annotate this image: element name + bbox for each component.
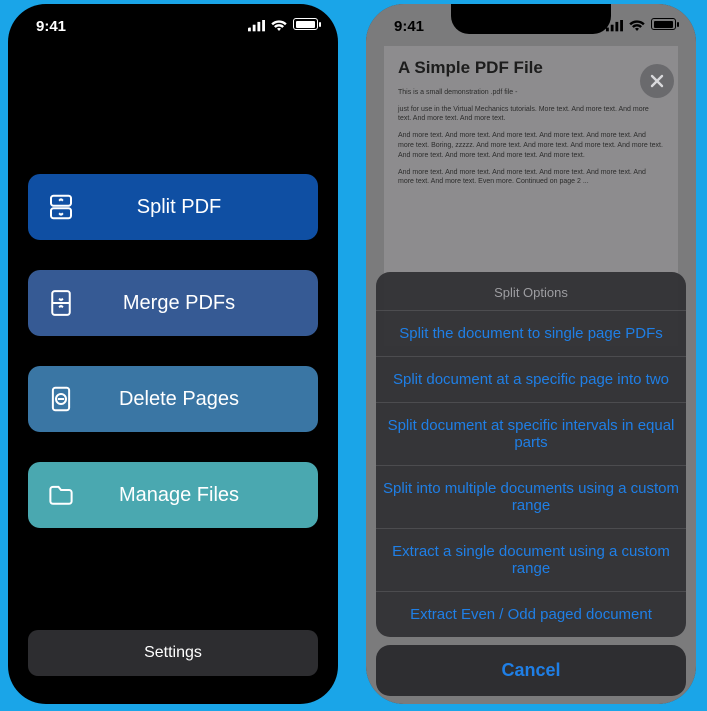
merge-pdfs-label: Merge PDFs: [76, 292, 318, 315]
split-at-page-option[interactable]: Split document at a specific page into t…: [376, 356, 686, 402]
split-icon: [46, 192, 76, 222]
extract-single-range-option[interactable]: Extract a single document using a custom…: [376, 528, 686, 591]
battery-icon: [293, 18, 318, 30]
split-single-pages-option[interactable]: Split the document to single page PDFs: [376, 310, 686, 356]
settings-button[interactable]: Settings: [28, 630, 318, 676]
folder-icon: [46, 480, 76, 510]
delete-pages-button[interactable]: Delete Pages: [28, 366, 318, 432]
manage-files-button[interactable]: Manage Files: [28, 462, 318, 528]
close-button[interactable]: [640, 64, 674, 98]
manage-files-label: Manage Files: [76, 484, 318, 507]
settings-label: Settings: [144, 644, 202, 662]
delete-pages-icon: [46, 384, 76, 414]
split-intervals-option[interactable]: Split document at specific intervals in …: [376, 402, 686, 465]
battery-icon: [651, 18, 676, 30]
cancel-label: Cancel: [501, 660, 560, 680]
notch: [93, 4, 253, 34]
phone-home: 9:41 Split PDF: [8, 4, 338, 704]
split-pdf-button[interactable]: Split PDF: [28, 174, 318, 240]
split-custom-range-option[interactable]: Split into multiple documents using a cu…: [376, 465, 686, 528]
close-icon: [649, 73, 665, 89]
delete-pages-label: Delete Pages: [76, 388, 318, 411]
status-time: 9:41: [394, 18, 424, 35]
merge-icon: [46, 288, 76, 318]
merge-pdfs-button[interactable]: Merge PDFs: [28, 270, 318, 336]
phone-split-options: A Simple PDF File This is a small demons…: [366, 4, 696, 704]
status-time: 9:41: [36, 18, 66, 35]
action-sheet: Split Options Split the document to sing…: [376, 272, 686, 696]
action-sheet-group: Split Options Split the document to sing…: [376, 272, 686, 637]
home-menu: Split PDF Merge PDFs Delete Pages Ma: [28, 174, 318, 528]
wifi-icon: [271, 19, 287, 30]
cancel-button[interactable]: Cancel: [376, 645, 686, 696]
notch: [451, 4, 611, 34]
action-sheet-title: Split Options: [376, 272, 686, 310]
extract-even-odd-option[interactable]: Extract Even / Odd paged document: [376, 591, 686, 637]
status-icons: [248, 18, 318, 30]
status-icons: [606, 18, 676, 30]
split-pdf-label: Split PDF: [76, 196, 318, 219]
wifi-icon: [629, 19, 645, 30]
